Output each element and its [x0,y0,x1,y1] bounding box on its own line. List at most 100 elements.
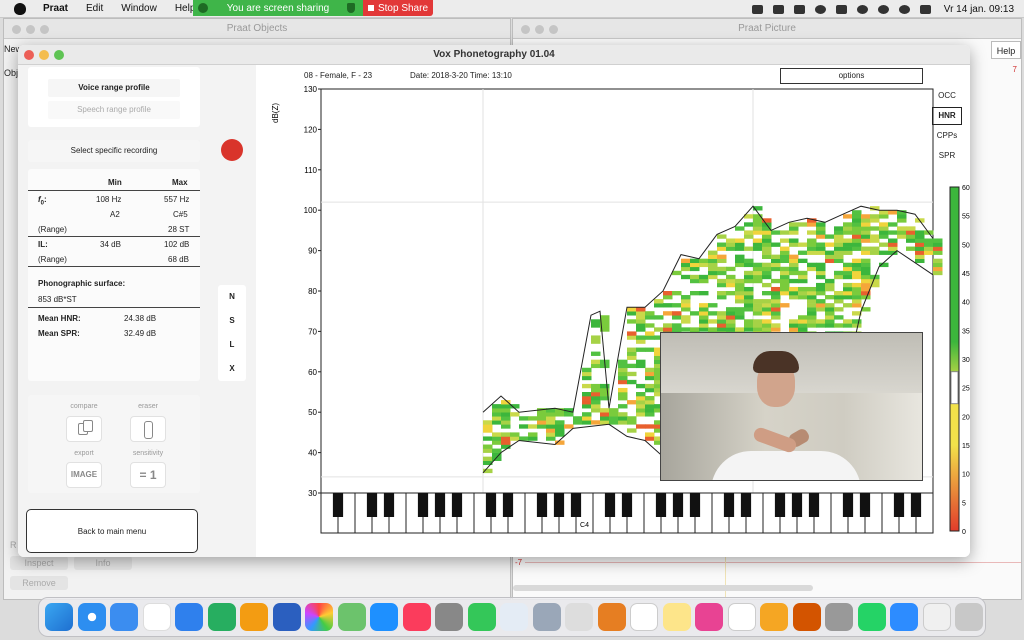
minimize-window-dot[interactable] [535,25,544,34]
metric-hnr-button[interactable]: HNR [932,107,962,125]
colorbar-tick-label: 35 [962,328,970,335]
export-tool[interactable]: export IMAGE [62,450,106,488]
eraser-tool[interactable]: eraser [126,403,170,442]
picture-scrollbar[interactable] [513,585,813,591]
vrp-cell [708,274,718,280]
vrp-cell [852,282,862,288]
maps-icon[interactable] [337,603,366,631]
metric-spr-button[interactable]: SPR [932,149,962,163]
vrp-cell [492,408,502,413]
select-recording-button[interactable]: Select specific recording [28,140,200,162]
minimize-button[interactable] [39,50,49,60]
vrp-cell [879,250,889,255]
menu-window[interactable]: Window [121,3,157,14]
close-window-dot[interactable] [12,25,21,34]
minimize-window-dot[interactable] [26,25,35,34]
menu-app-name[interactable]: Praat [43,3,68,14]
numbers-icon[interactable] [207,603,236,631]
vrp-cell [645,408,655,413]
mendeley-icon[interactable] [500,603,528,631]
control-center-icon[interactable] [919,4,931,14]
calendar-icon[interactable] [142,603,171,631]
vrp-cell [834,299,844,304]
remote-desktop-icon[interactable] [792,603,821,631]
help-button[interactable]: Help [991,41,1021,59]
metric-occ-button[interactable]: OCC [932,89,962,103]
texmaker-icon[interactable] [565,603,593,631]
vrp-cell [645,387,655,393]
messages-icon[interactable] [467,603,496,631]
printer-icon[interactable] [793,4,805,14]
home-icon[interactable] [760,603,788,631]
menu-edit[interactable]: Edit [86,3,103,14]
vrp-cell [852,266,862,272]
vrp-cell [681,266,691,272]
vrp-cell [645,367,655,373]
app-store-icon[interactable] [370,603,398,631]
status-tray: Vr 14 jan. 09:13 [747,0,1014,18]
pages-icon[interactable] [240,603,268,631]
menu-clock[interactable]: Vr 14 jan. 09:13 [944,4,1014,15]
vrp-cell [807,315,817,320]
stop-share-button[interactable]: Stop Share [363,0,433,16]
zoom-icon[interactable] [751,4,763,14]
document-icon[interactable] [922,603,951,631]
system-preferences-icon[interactable] [435,603,463,631]
mode-x-button[interactable]: X [218,359,246,379]
photos-icon[interactable] [305,603,333,631]
mail-icon[interactable] [772,4,784,14]
vrp-cell [636,327,646,332]
zoom-window-dot[interactable] [549,25,558,34]
mode-n-button[interactable]: N [218,287,246,307]
finder-icon[interactable] [45,603,73,631]
spotlight-icon[interactable] [898,4,910,14]
vrp-cell [735,311,745,316]
mode-s-button[interactable]: S [218,311,246,331]
vrp-cell [924,246,934,251]
textedit-icon[interactable] [630,603,658,631]
close-window-dot[interactable] [521,25,530,34]
record-button[interactable] [221,139,243,161]
close-button[interactable] [24,50,34,60]
time-machine-icon[interactable] [877,4,889,14]
voice-range-profile-chart[interactable]: dB(Z) 30 40 50 60 70 80 90 100 110 120 130 C4 0 5 10… [256,65,970,557]
trash-icon[interactable] [955,603,983,631]
safari-icon[interactable] [77,603,106,631]
vrp-cell [807,250,817,255]
metric-cpps-button[interactable]: CPPs [932,129,962,143]
music-icon[interactable] [402,603,431,631]
notes-icon[interactable] [662,603,691,631]
mode-l-button[interactable]: L [218,335,246,355]
remove-button[interactable]: Remove [10,576,68,590]
vrp-cell [780,270,790,276]
info-button[interactable]: Info [74,556,132,570]
voice-range-profile-button[interactable]: Voice range profile [48,79,180,97]
preview-icon[interactable] [532,603,561,631]
compare-tool[interactable]: compare [62,403,106,442]
export-image-button[interactable]: IMAGE [66,462,102,488]
vrp-cell [753,242,763,247]
zoom-dock-icon[interactable] [890,603,918,631]
reminders-icon[interactable] [727,603,756,631]
praat-icon[interactable] [695,603,723,631]
apple-icon[interactable] [14,2,26,15]
speech-range-profile-button[interactable]: Speech range profile [48,101,180,119]
sensitivity-value[interactable]: = 1 [130,462,166,488]
back-to-main-menu-button[interactable]: Back to main menu [26,509,198,553]
wifi-icon[interactable] [856,4,868,14]
sensitivity-tool[interactable]: sensitivity = 1 [126,450,170,488]
whatsapp-icon[interactable] [857,603,886,631]
zoom-window-dot[interactable] [40,25,49,34]
keynote-icon[interactable] [175,603,203,631]
user-app-icon[interactable] [825,603,853,631]
zoom-button[interactable] [54,50,64,60]
vrp-cell [636,319,646,324]
sync-icon[interactable] [814,4,826,14]
screen-sharing-text: You are screen sharing [226,2,330,14]
vrp-cell [843,238,853,243]
sublime-icon[interactable] [597,603,626,631]
inspect-button[interactable]: Inspect [10,556,68,570]
bluetooth-icon[interactable] [835,4,847,14]
word-icon[interactable] [272,603,301,631]
mail-dock-icon[interactable] [110,603,138,631]
